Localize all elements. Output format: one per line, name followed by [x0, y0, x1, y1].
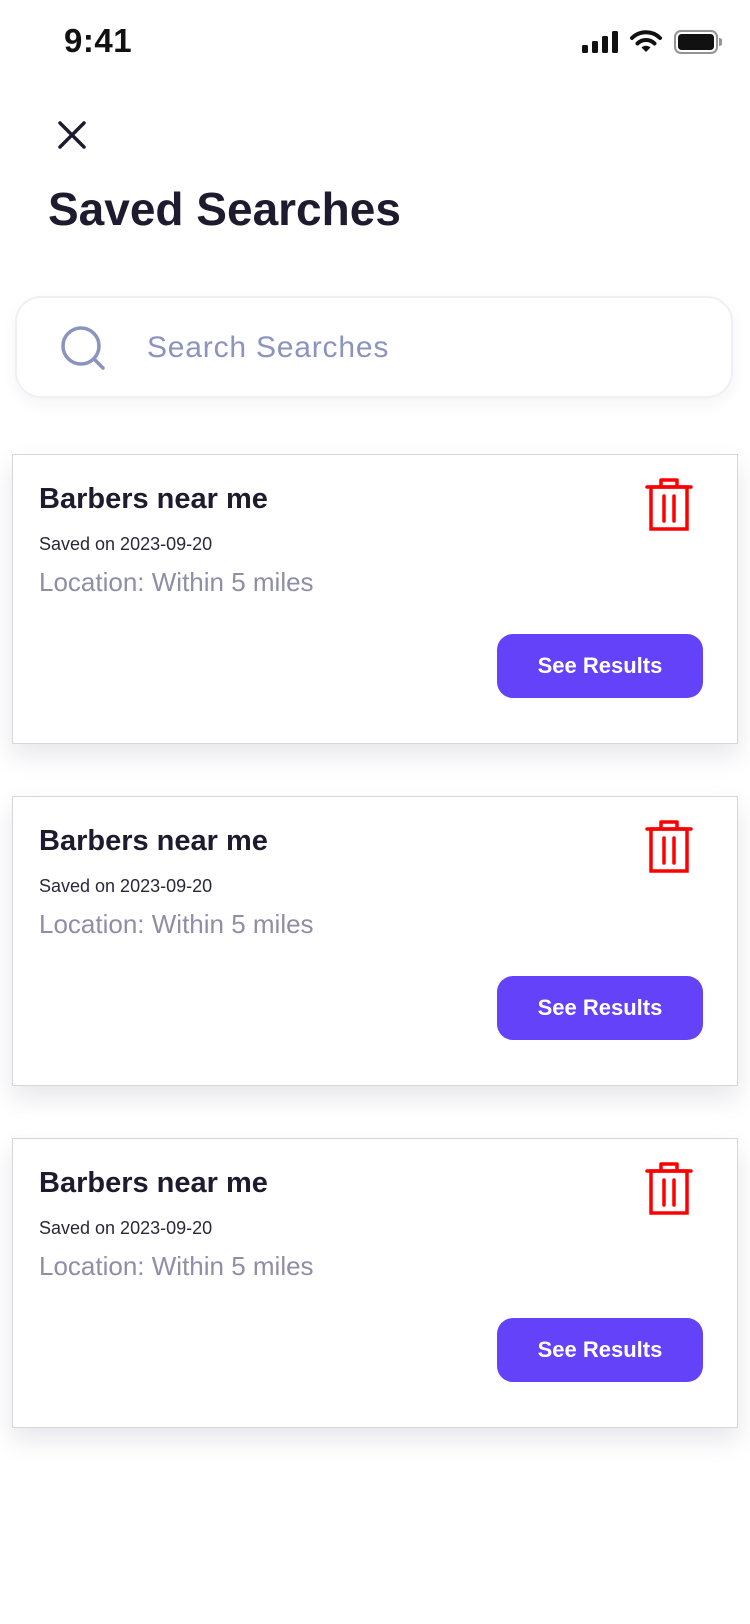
search-title: Barbers near me: [39, 483, 268, 515]
saved-searches-list: Barbers near me Saved on 2023-09-20 Loca…: [12, 454, 738, 1480]
see-results-button[interactable]: See Results: [497, 634, 703, 698]
saved-date: Saved on 2023-09-20: [39, 876, 213, 896]
search-location: Location: Within 5 miles: [39, 1251, 314, 1281]
search-title: Barbers near me: [39, 1167, 268, 1199]
search-icon: [61, 326, 105, 370]
cellular-signal-icon: [582, 31, 618, 53]
status-bar: 9:41: [0, 0, 750, 90]
delete-button[interactable]: [641, 477, 697, 533]
status-icons: [582, 30, 722, 54]
search-location: Location: Within 5 miles: [39, 909, 314, 939]
saved-date: Saved on 2023-09-20: [39, 534, 213, 554]
search-input[interactable]: [145, 322, 689, 374]
search-bar[interactable]: [15, 296, 733, 398]
trash-icon: [645, 820, 693, 873]
close-icon: [58, 121, 86, 149]
saved-search-card: Barbers near me Saved on 2023-09-20 Loca…: [12, 796, 738, 1086]
saved-search-card: Barbers near me Saved on 2023-09-20 Loca…: [12, 1138, 738, 1428]
see-results-button[interactable]: See Results: [497, 976, 703, 1040]
trash-icon: [645, 1162, 693, 1215]
search-location: Location: Within 5 miles: [39, 567, 314, 597]
saved-date: Saved on 2023-09-20: [39, 1218, 213, 1238]
trash-icon: [645, 478, 693, 531]
search-title: Barbers near me: [39, 825, 268, 857]
see-results-button[interactable]: See Results: [497, 1318, 703, 1382]
status-time: 9:41: [64, 22, 133, 59]
page-title: Saved Searches: [48, 183, 401, 235]
wifi-icon: [630, 30, 662, 52]
delete-button[interactable]: [641, 1161, 697, 1217]
saved-search-card: Barbers near me Saved on 2023-09-20 Loca…: [12, 454, 738, 744]
battery-icon: [674, 30, 722, 54]
delete-button[interactable]: [641, 819, 697, 875]
close-button[interactable]: [52, 115, 92, 155]
